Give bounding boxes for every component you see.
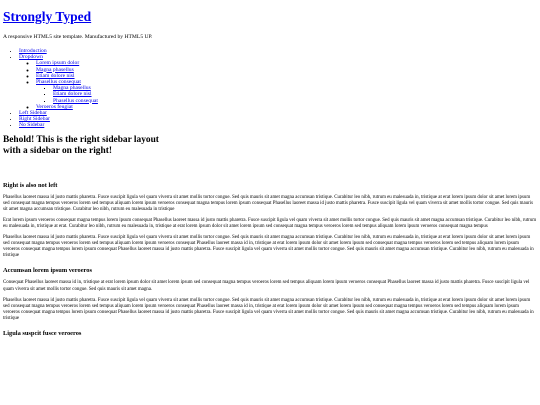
dropdown-link-magna-phasellus[interactable]: Magna phasellus — [36, 67, 74, 73]
dropdown-link-lorem-ipsum-dolor[interactable]: Lorem ipsum dolor — [36, 60, 79, 66]
section-heading-ligula: Ligula suspcit fusce veroeros — [3, 330, 82, 338]
nested-link-etiam-dolore-nisl[interactable]: Etiam dolore nisl — [53, 91, 92, 97]
nested-submenu: Magna phasellus Etiam dolore nisl Phasel… — [36, 85, 537, 104]
nav-link-no-sidebar[interactable]: No Sidebar — [19, 122, 44, 128]
dropdown-link-veroeros-feugiat[interactable]: Veroeros feugiat — [36, 104, 73, 110]
main-nav: Introduction Dropdown Lorem ipsum dolor … — [3, 48, 537, 129]
site-tagline: A responsive HTML5 site template. Manufa… — [3, 34, 153, 40]
section-heading-right-is-also-not-left: Right is also not left — [3, 181, 58, 189]
dropdown-link-phasellus-consequat[interactable]: Phasellus consequat — [36, 79, 81, 85]
nested-link-magna-phasellus[interactable]: Magna phasellus — [53, 85, 91, 91]
headline-line-1: Behold! This is the right sidebar layout — [3, 134, 159, 145]
dropdown-item: Phasellus consequat Magna phasellus Etia… — [36, 79, 537, 104]
body-paragraph: Phasellus laoreet massa id justo mattis … — [3, 297, 534, 321]
nav-item-no-sidebar: No Sidebar — [19, 122, 537, 128]
headline-line-2: with a sidebar on the right! — [3, 146, 112, 157]
body-paragraph: Erat lorem ipsum veroeros consequat magn… — [3, 217, 537, 230]
dropdown-link-etiam-dolore-nisl[interactable]: Etiam dolore nisl — [36, 73, 75, 79]
body-paragraph: Consequat Phasellus laoreet massa id in,… — [3, 280, 530, 292]
site-title-link[interactable]: Strongly Typed — [3, 9, 91, 24]
nav-link-right-sidebar[interactable]: Right Sidebar — [19, 116, 50, 122]
body-paragraph: Phasellus laoreet massa id justo mattis … — [3, 235, 534, 259]
dropdown-submenu: Lorem ipsum dolor Magna phasellus Etiam … — [19, 60, 537, 110]
site-title: Strongly Typed — [3, 9, 537, 25]
nav-link-introduction[interactable]: Introduction — [19, 48, 47, 54]
body-paragraph: Phasellus laoreet massa id justo mattis … — [3, 194, 533, 212]
nested-link-phasellus-consequat[interactable]: Phasellus consequat — [53, 98, 98, 104]
nav-link-left-sidebar[interactable]: Left Sidebar — [19, 110, 47, 116]
section-heading-accumsan: Accumsan lorem ipsum veroeros — [3, 267, 92, 275]
page-wrapper: Strongly Typed A responsive HTML5 site t… — [3, 0, 537, 338]
nav-item-dropdown: Dropdown Lorem ipsum dolor Magna phasell… — [19, 54, 537, 110]
nav-link-dropdown[interactable]: Dropdown — [19, 54, 43, 60]
page-headline: Behold! This is the right sidebar layout… — [3, 135, 537, 158]
